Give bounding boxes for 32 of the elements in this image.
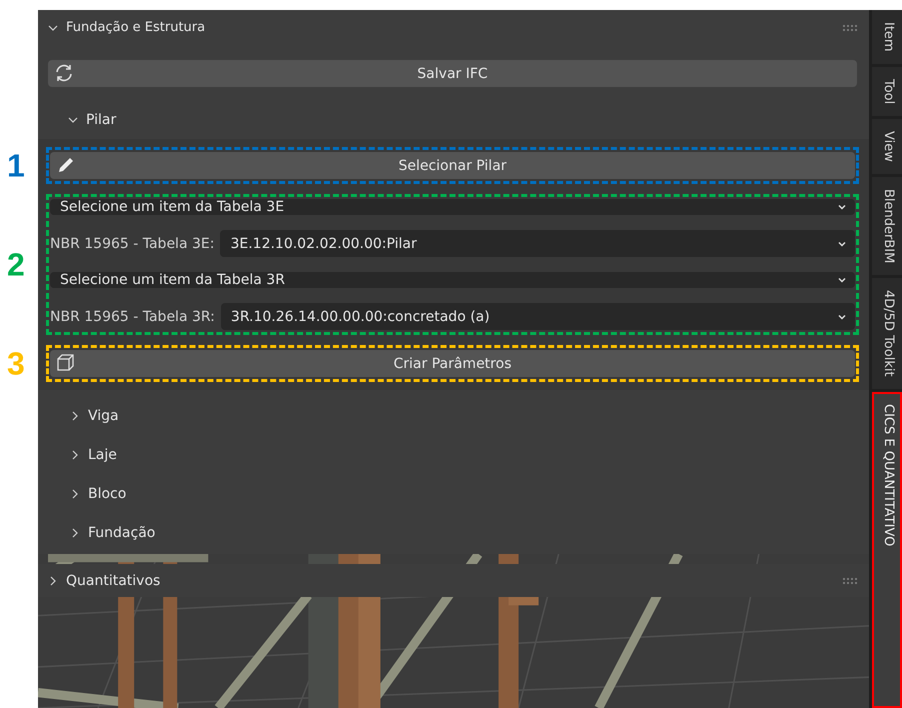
subpanel-header[interactable]: Viga: [38, 390, 869, 435]
save-button[interactable]: Salvar IFC: [48, 60, 857, 87]
subpanel-header[interactable]: Laje: [38, 435, 869, 474]
sidebar-tab[interactable]: Item: [872, 10, 902, 64]
subpanel-header[interactable]: Pilar: [38, 101, 869, 139]
subpanel-header[interactable]: Bloco: [38, 474, 869, 513]
grip-icon[interactable]: [843, 578, 859, 584]
grip-icon[interactable]: [843, 24, 859, 30]
annotation-number: 2: [7, 246, 25, 283]
field-label: NBR 15965 - Tabela 3E:: [50, 236, 214, 252]
field-label: NBR 15965 - Tabela 3R:: [50, 308, 215, 324]
pencil-icon: [56, 155, 76, 175]
button[interactable]: Selecionar Pilar: [50, 152, 855, 179]
subpanel-header[interactable]: Fundação: [38, 513, 869, 552]
dropdown[interactable]: Selecione um item da Tabela 3E: [50, 199, 855, 215]
sidebar-tab[interactable]: View: [872, 118, 902, 174]
dropdown[interactable]: Selecione um item da Tabela 3R: [50, 272, 855, 288]
sidebar-tab[interactable]: Tool: [872, 66, 902, 116]
caret-icon: [837, 202, 847, 212]
sidebar-tab[interactable]: CICS E QUANTITATIVO: [872, 392, 902, 708]
cube-icon: [56, 353, 76, 373]
button[interactable]: Criar Parâmetros: [50, 350, 855, 377]
annotation-number: 1: [7, 147, 25, 184]
dropdown[interactable]: 3E.12.10.02.02.00.00:Pilar: [220, 230, 855, 257]
dropdown[interactable]: 3R.10.26.14.00.00.00:concretado (a): [220, 303, 855, 330]
sidebar-tab[interactable]: 4D/5D Toolkit: [872, 278, 902, 389]
panel-header[interactable]: Quantitativos: [38, 564, 869, 597]
annotation-number: 3: [7, 345, 25, 382]
sidebar-tab[interactable]: BlenderBIM: [872, 176, 902, 276]
caret-icon: [837, 275, 847, 285]
refresh-icon: [54, 63, 74, 83]
panel-header[interactable]: Fundação e Estrutura: [38, 10, 869, 45]
